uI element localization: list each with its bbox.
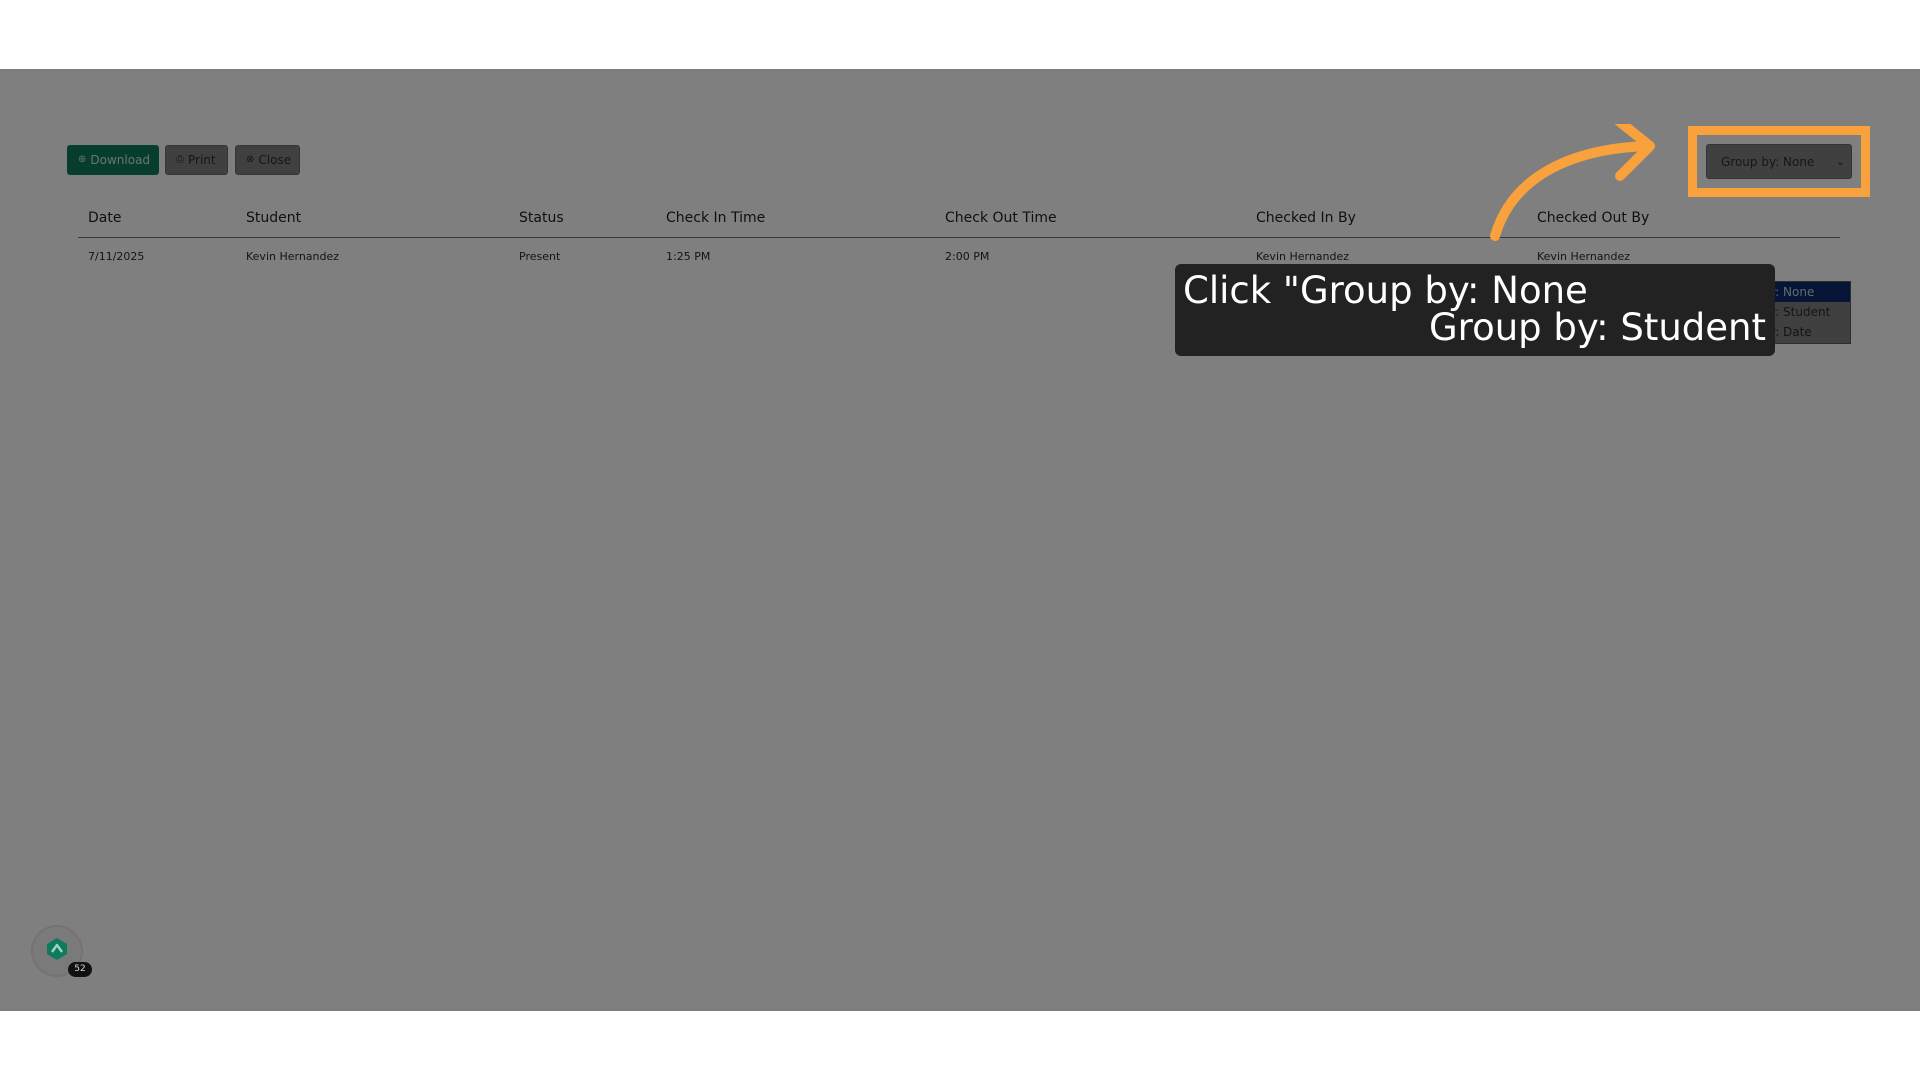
screen: ⊕ Download ⎙ Print ⊗ Close Date Student …: [0, 0, 1920, 1080]
tooltip-line-2: Group by: Student: [1429, 306, 1766, 349]
app-logo-icon: [47, 938, 67, 960]
notification-badge: 52: [68, 962, 92, 977]
pointer-arrow-icon: [1490, 124, 1655, 241]
instruction-tooltip: Click "Group by: None Group by: Student: [1175, 264, 1775, 356]
app-screenshot: ⊕ Download ⎙ Print ⊗ Close Date Student …: [0, 69, 1920, 1011]
highlight-box: [1688, 126, 1870, 197]
